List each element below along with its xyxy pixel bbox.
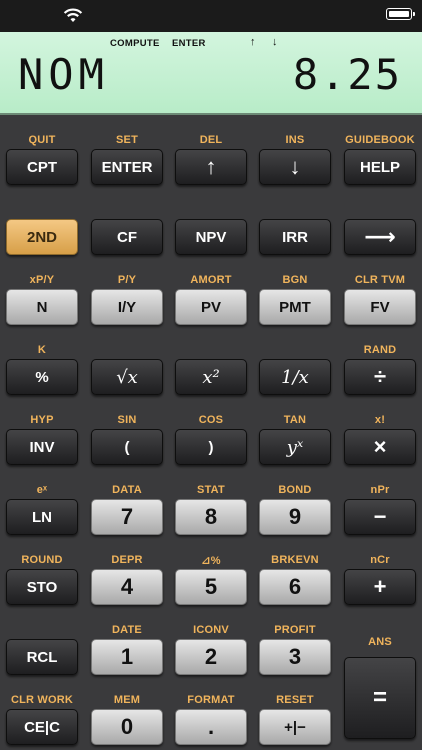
pmt-key[interactable]: PMT <box>259 289 331 325</box>
second-function-label: SET <box>116 134 138 146</box>
second-function-label: SIN <box>117 414 137 426</box>
minus-key[interactable]: − <box>344 499 416 535</box>
second-function-label: AMORT <box>190 274 232 286</box>
second-function-label: nCr <box>370 554 390 566</box>
second-function-label: MEM <box>113 694 141 706</box>
npv-key[interactable]: NPV <box>175 219 247 255</box>
9-key[interactable]: 9 <box>259 499 331 535</box>
8-key[interactable]: 8 <box>175 499 247 535</box>
ln-key[interactable]: LN <box>6 499 78 535</box>
second-function-label: x! <box>374 414 386 426</box>
up-arrow-key[interactable]: ↑ <box>175 149 247 185</box>
lcd-display: COMPUTE ENTER ↑ ↓ NOM 8.25 <box>0 32 422 115</box>
cf-key[interactable]: CF <box>91 219 163 255</box>
enter-indicator: ENTER <box>172 38 206 49</box>
sqrt-key[interactable]: √x <box>91 359 163 395</box>
square-key[interactable]: x² <box>175 359 247 395</box>
second-function-label: BGN <box>282 274 308 286</box>
right-arrow-key[interactable]: ⟶ <box>344 219 416 255</box>
fv-key[interactable]: FV <box>344 289 416 325</box>
second-function-label: HYP <box>30 414 54 426</box>
rcl-key[interactable]: RCL <box>6 639 78 675</box>
second-function-label: CLR TVM <box>354 274 406 286</box>
second-function-label: BRKEVN <box>271 554 319 566</box>
second-function-label: DATA <box>112 484 142 496</box>
4-key[interactable]: 4 <box>91 569 163 605</box>
status-bar <box>0 0 422 32</box>
second-function-label: eˣ <box>36 484 48 496</box>
multiply-key[interactable]: × <box>344 429 416 465</box>
down-arrow-key[interactable]: ↓ <box>259 149 331 185</box>
1-key[interactable]: 1 <box>91 639 163 675</box>
second-function-label: DATE <box>112 624 142 636</box>
percent-key[interactable]: % <box>6 359 78 395</box>
second-function-label: DEPR <box>111 554 143 566</box>
second-function-label: BOND <box>278 484 312 496</box>
0-key[interactable]: 0 <box>91 709 163 745</box>
n-key[interactable]: N <box>6 289 78 325</box>
second-function-label: nPr <box>370 484 390 496</box>
second-function-label: ICONV <box>193 624 229 636</box>
help-key[interactable]: HELP <box>344 149 416 185</box>
equals-key[interactable]: = <box>344 657 416 739</box>
decimal-key[interactable]: . <box>175 709 247 745</box>
2-key[interactable]: 2 <box>175 639 247 675</box>
irr-key[interactable]: IRR <box>259 219 331 255</box>
reciprocal-key[interactable]: 1/x <box>259 359 331 395</box>
cpt-key[interactable]: CPT <box>6 149 78 185</box>
open-paren-key[interactable]: ( <box>91 429 163 465</box>
display-variable: NOM <box>18 50 109 99</box>
clear-key[interactable]: CE|C <box>6 709 78 745</box>
close-paren-key[interactable]: ) <box>175 429 247 465</box>
3-key[interactable]: 3 <box>259 639 331 675</box>
second-function-label: ⊿% <box>201 555 221 567</box>
7-key[interactable]: 7 <box>91 499 163 535</box>
second-function-label: ANS <box>368 636 392 648</box>
up-indicator: ↑ <box>250 36 256 48</box>
sign-change-key[interactable]: +|− <box>259 709 331 745</box>
display-value: 8.25 <box>292 50 402 99</box>
compute-indicator: COMPUTE <box>110 38 160 49</box>
second-function-label: STAT <box>197 484 225 496</box>
second-function-label: FORMAT <box>187 694 235 706</box>
second-function-label: RAND <box>363 344 397 356</box>
divide-key[interactable]: ÷ <box>344 359 416 395</box>
battery-icon <box>386 8 415 20</box>
2nd-key[interactable]: 2ND <box>6 219 78 255</box>
second-function-label: PROFIT <box>274 624 316 636</box>
second-function-label: RESET <box>276 694 314 706</box>
5-key[interactable]: 5 <box>175 569 247 605</box>
second-function-label: INS <box>285 134 305 146</box>
second-function-label: GUIDEBOOK <box>345 134 415 146</box>
pv-key[interactable]: PV <box>175 289 247 325</box>
inv-key[interactable]: INV <box>6 429 78 465</box>
down-indicator: ↓ <box>272 36 278 48</box>
plus-key[interactable]: + <box>344 569 416 605</box>
6-key[interactable]: 6 <box>259 569 331 605</box>
second-function-label: COS <box>198 414 224 426</box>
second-function-label: QUIT <box>28 134 56 146</box>
wifi-icon <box>63 8 83 22</box>
second-function-label: K <box>37 344 47 356</box>
second-function-label: P/Y <box>117 274 137 286</box>
i-y-key[interactable]: I/Y <box>91 289 163 325</box>
sto-key[interactable]: STO <box>6 569 78 605</box>
second-function-label: DEL <box>199 134 223 146</box>
second-function-label: ROUND <box>21 554 63 566</box>
second-function-label: TAN <box>283 414 307 426</box>
second-function-label: CLR WORK <box>10 694 74 706</box>
second-function-label: xP/Y <box>29 274 55 286</box>
enter-key[interactable]: ENTER <box>91 149 163 185</box>
power-key[interactable]: yˣ <box>259 429 331 465</box>
